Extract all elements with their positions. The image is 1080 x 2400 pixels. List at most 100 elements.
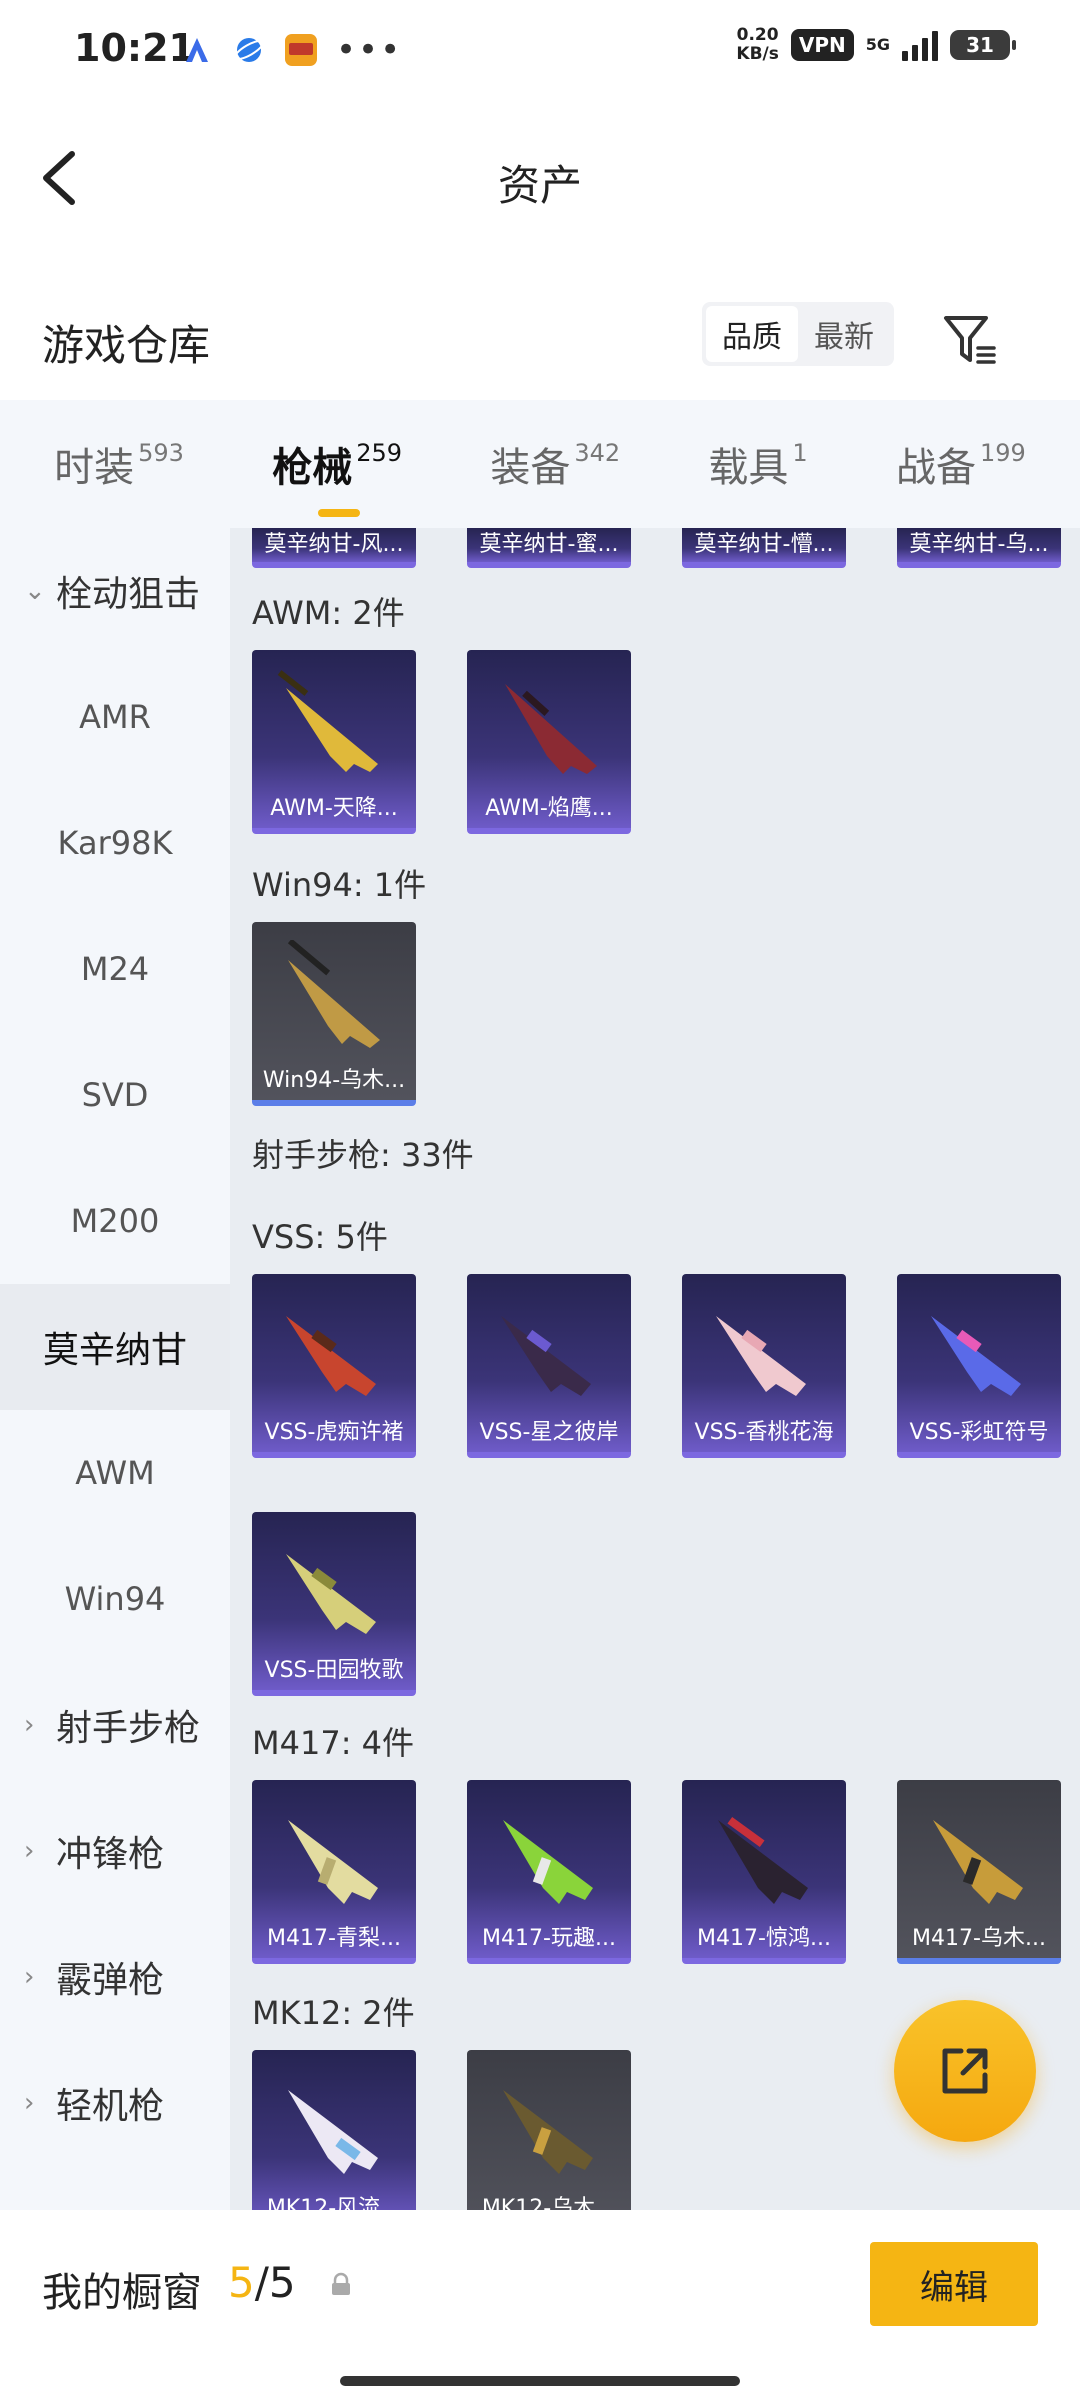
section-dmr-label: 射手步枪: 33件 (252, 1136, 474, 1174)
weapon-type-sidebar: ⌄ 栓动狙击 AMR Kar98K M24 SVD M200 莫辛纳甘 AWM … (0, 528, 230, 2210)
rifle-icon (288, 2090, 378, 2174)
rifle-icon (716, 1316, 806, 1396)
skin-name: AWM-焰鹰... (485, 796, 613, 821)
skin-card[interactable]: 莫辛纳甘-蜜... (467, 528, 631, 568)
page-header: 资产 (0, 100, 1080, 250)
sort-quality-button[interactable]: 品质 (706, 306, 798, 362)
section-vss-label: VSS: 5件 (252, 1218, 388, 1256)
notification-icons: ••• (180, 30, 402, 70)
chevron-down-icon: ⌄ (24, 576, 46, 606)
tab-label: 战备 (895, 445, 976, 491)
filter-icon[interactable] (942, 312, 998, 368)
lock-icon (332, 2272, 350, 2295)
tab-vehicles[interactable]: 载具 1 (708, 435, 807, 493)
skin-card[interactable]: MK12-风流... (252, 2050, 416, 2210)
skin-card[interactable]: M417-玩趣... (467, 1780, 631, 1964)
warehouse-title: 游戏仓库 (42, 321, 211, 370)
rifle-icon (933, 1820, 1023, 1904)
sidebar-item-win94[interactable]: Win94 (0, 1536, 230, 1662)
sidebar-item-m24[interactable]: M24 (0, 906, 230, 1032)
speed-unit: KB/s (736, 44, 779, 64)
more-notifications-icon: ••• (336, 30, 403, 70)
skin-name: 莫辛纳甘-懵... (694, 532, 834, 557)
skin-card[interactable]: AWM-天降... (252, 650, 416, 834)
share-icon (942, 2048, 988, 2094)
skin-card[interactable]: M417-乌木... (897, 1780, 1061, 1964)
tab-label: 载具 (708, 445, 789, 491)
skin-card[interactable]: VSS-香桃花海 (682, 1274, 846, 1458)
rifle-icon (286, 1316, 376, 1396)
skin-card[interactable]: MK12-乌木... (467, 2050, 631, 2210)
rifle-icon (505, 684, 597, 774)
sidebar-group-lmg[interactable]: › 轻机枪 (0, 2040, 230, 2166)
skin-name: Win94-乌木... (262, 1068, 406, 1093)
sidebar-item-amr[interactable]: AMR (0, 654, 230, 780)
rifle-icon (931, 1316, 1021, 1396)
skin-name: 莫辛纳甘-乌... (909, 532, 1049, 557)
showcase-total: 5 (268, 2258, 296, 2307)
status-indicators: 0.20 KB/s VPN 5G 31 (736, 26, 1016, 64)
skin-card[interactable]: 莫辛纳甘-懵... (682, 528, 846, 568)
skin-name: VSS-虎痴许褚 (264, 1420, 404, 1445)
warehouse-header: 游戏仓库 品质 最新 (0, 290, 1080, 400)
tab-gear[interactable]: 战备 199 (896, 435, 1026, 493)
rifle-icon (277, 670, 378, 772)
sidebar-item-awm[interactable]: AWM (0, 1410, 230, 1536)
skin-name: 莫辛纳甘-风... (264, 532, 404, 557)
tab-equipment[interactable]: 装备 342 (490, 435, 620, 493)
tab-fashion[interactable]: 时装 593 (54, 435, 184, 493)
edit-button[interactable]: 编辑 (870, 2242, 1038, 2326)
section-awm-label: AWM: 2件 (252, 594, 405, 632)
rifle-icon (503, 1820, 593, 1904)
signal-icon (902, 29, 938, 61)
sidebar-item-m200[interactable]: M200 (0, 1158, 230, 1284)
skin-name: VSS-田园牧歌 (264, 1658, 404, 1683)
tab-count: 259 (356, 439, 403, 467)
app-a-icon (186, 38, 208, 62)
skin-card[interactable]: VSS-虎痴许褚 (252, 1274, 416, 1458)
home-indicator[interactable] (340, 2376, 740, 2386)
category-tabs: 时装 593 枪械 259 装备 342 载具 1 战备 199 (0, 400, 1080, 528)
sidebar-group-label: 轻机枪 (56, 2086, 165, 2127)
tab-firearms[interactable]: 枪械 259 (272, 435, 403, 517)
sidebar-group-bolt-action[interactable]: ⌄ 栓动狙击 (0, 528, 230, 654)
rifle-icon (718, 1817, 808, 1904)
section-win94-label: Win94: 1件 (252, 866, 427, 904)
sidebar-group-label: 霰弹枪 (56, 1960, 165, 2001)
skin-card[interactable]: Win94-乌木... (252, 922, 416, 1106)
skin-card[interactable]: VSS-彩虹符号 (897, 1274, 1061, 1458)
rifle-icon (288, 1820, 378, 1904)
skin-name: M417-惊鸿... (697, 1926, 831, 1951)
skin-card[interactable]: M417-惊鸿... (682, 1780, 846, 1964)
sidebar-group-shotgun[interactable]: › 霰弹枪 (0, 1914, 230, 2040)
weapon-skin-grid: 莫辛纳甘-风... 莫辛纳甘-蜜... 莫辛纳甘-懵... 莫辛纳甘-乌... … (230, 528, 1080, 2210)
chevron-right-icon: › (24, 1710, 35, 1740)
section-m417-label: M417: 4件 (252, 1724, 415, 1762)
sidebar-group-smg[interactable]: › 冲锋枪 (0, 1788, 230, 1914)
skin-card[interactable]: AWM-焰鹰... (467, 650, 631, 834)
sort-latest-button[interactable]: 最新 (798, 306, 890, 362)
chevron-right-icon: › (24, 2088, 35, 2118)
sidebar-item-svd[interactable]: SVD (0, 1032, 230, 1158)
tab-label: 时装 (54, 445, 135, 491)
vpn-badge: VPN (790, 29, 854, 61)
showcase-label: 我的橱窗 (42, 2270, 202, 2316)
tab-count: 199 (979, 439, 1026, 467)
sidebar-item-kar98k[interactable]: Kar98K (0, 780, 230, 906)
skin-card[interactable]: VSS-星之彼岸 (467, 1274, 631, 1458)
skin-card[interactable]: 莫辛纳甘-乌... (897, 528, 1061, 568)
showcase-count: 5/5 (228, 2258, 296, 2307)
sidebar-group-dmr[interactable]: › 射手步枪 (0, 1662, 230, 1788)
sort-toggle: 品质 最新 (702, 302, 894, 366)
skin-card[interactable]: VSS-田园牧歌 (252, 1512, 416, 1696)
skin-card[interactable]: 莫辛纳甘-风... (252, 528, 416, 568)
tab-count: 593 (138, 439, 184, 467)
chevron-right-icon: › (24, 1962, 35, 1992)
game-app-icon (285, 34, 317, 66)
rifle-icon (287, 940, 380, 1048)
battery-icon: 31 (950, 30, 1016, 60)
share-button[interactable] (894, 2000, 1036, 2142)
skin-card[interactable]: M417-青梨... (252, 1780, 416, 1964)
network-type: 5G (865, 35, 890, 54)
sidebar-item-mosin[interactable]: 莫辛纳甘 (0, 1284, 230, 1410)
